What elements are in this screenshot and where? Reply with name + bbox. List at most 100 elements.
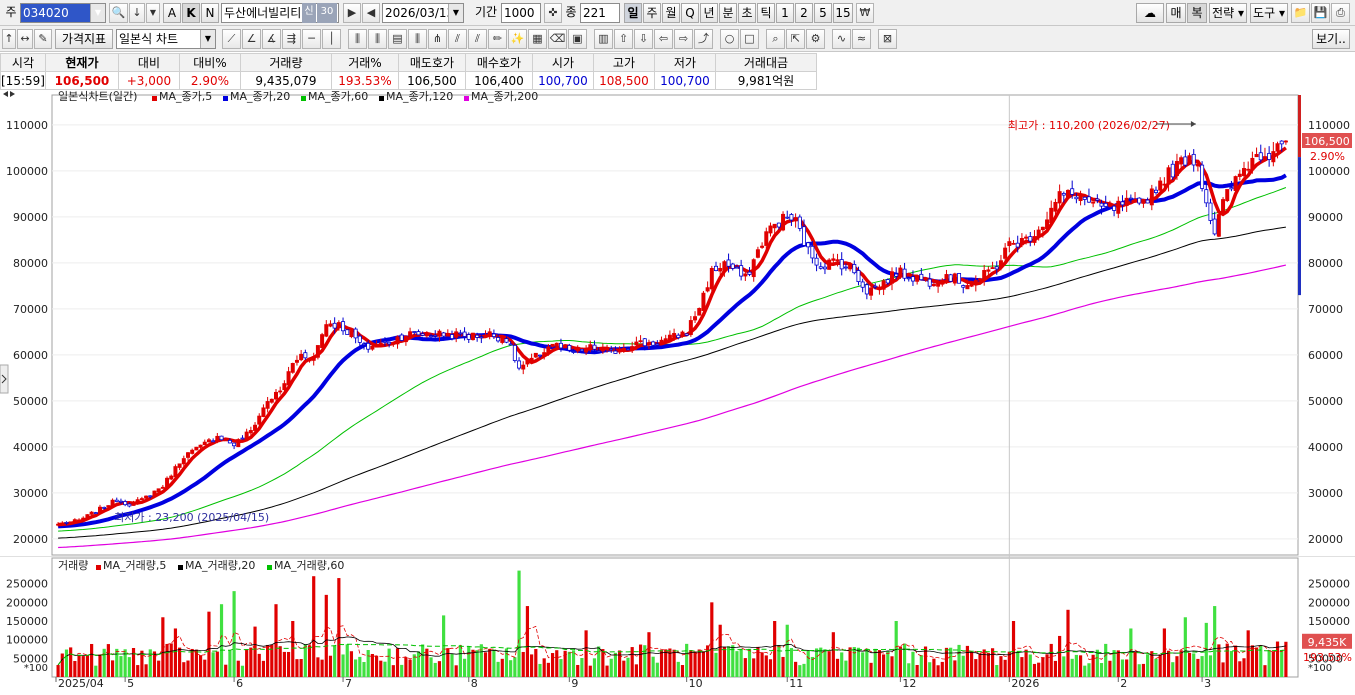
candle-body [1187,155,1192,164]
period-button-11[interactable]: 15 [833,3,853,23]
parallel-icon[interactable]: ⫽ [468,29,487,49]
volume-bar [747,648,752,677]
magic-icon[interactable]: ✨ [508,29,527,49]
expand-horizontal-icon[interactable]: ↔ [17,29,33,49]
indicator-button[interactable]: 가격지표 [55,29,113,49]
period-button-10[interactable]: 5 [814,3,832,23]
vline-icon[interactable]: │ [322,29,341,49]
volume-bar [768,659,773,677]
hline-icon[interactable]: ─ [302,29,321,49]
panel-toggle-icon[interactable] [3,91,15,97]
volume-bar [211,652,215,677]
strategy-button[interactable]: 전략 ▾ [1209,3,1247,23]
fan-icon[interactable]: ⇶ [282,29,301,49]
crosshair-icon[interactable]: ✜ [544,3,562,23]
bars-icon[interactable]: ▥ [594,29,613,49]
period-button-0[interactable]: 일 [624,3,642,23]
period-button-3[interactable]: Q [681,3,699,23]
candle-body [714,265,718,272]
period-button-6[interactable]: 초 [738,3,756,23]
search-icon[interactable]: 🔍 [109,3,128,23]
period-button-2[interactable]: 월 [662,3,680,23]
rect-icon[interactable]: □ [740,29,759,49]
erase-icon[interactable]: ⌫ [548,29,567,49]
candle-body [915,275,920,282]
candle-body [110,499,115,507]
pencil-icon[interactable]: ✏ [488,29,507,49]
grid1-icon[interactable]: ⫼ [348,29,367,49]
chevron-down-icon[interactable]: ▼ [200,30,215,48]
grid3-icon[interactable]: ⫼ [408,29,427,49]
arrow-right-tool-icon[interactable]: ⇨ [674,29,693,49]
zoom-icon[interactable]: ⌕ [766,29,785,49]
note-icon[interactable]: ▣ [568,29,587,49]
fork-icon[interactable]: ⋔ [428,29,447,49]
period-button-7[interactable]: 틱 [757,3,775,23]
period-input[interactable]: 1000 [501,3,541,23]
angle-icon[interactable]: ∠ [242,29,261,49]
mode-a-button[interactable]: A [163,3,181,23]
candle-body [609,348,614,351]
arrow-up-icon[interactable]: ↑ [2,29,16,49]
sort-icon[interactable]: ↓ [129,3,145,23]
volume-bar [1146,654,1150,677]
panel-splitter[interactable] [0,556,1355,557]
line-icon[interactable]: ⟋ [222,29,241,49]
edit-icon[interactable]: ✎ [34,29,52,49]
cross-box-icon[interactable]: ⊠ [878,29,897,49]
scale-icon[interactable]: ⇱ [786,29,805,49]
mode-n-button[interactable]: N [201,3,219,23]
period-button-8[interactable]: 1 [776,3,794,23]
period-button-9[interactable]: 2 [795,3,813,23]
arrow-up-tool-icon[interactable]: ⇧ [614,29,633,49]
date-input[interactable]: 2026/03/13 ▼ [382,3,464,23]
angle2-icon[interactable]: ∡ [262,29,281,49]
stock-code-input[interactable]: 034020 ▼ [20,3,106,23]
table-icon[interactable]: ▤ [388,29,407,49]
buy-button[interactable]: 매 [1166,3,1186,23]
period-button-4[interactable]: 년 [700,3,718,23]
price-panel[interactable] [51,94,1299,556]
pitch-icon[interactable]: ⫽ [448,29,467,49]
candle-body [521,364,526,370]
chart-icon[interactable]: ▦ [528,29,547,49]
open-folder-icon[interactable]: 📁 [1291,3,1310,23]
code-dropdown-icon[interactable]: ▼ [146,3,160,23]
wave2-icon[interactable]: ≈ [852,29,871,49]
sell-button[interactable]: 복 [1187,3,1207,23]
view-button[interactable]: 보기.. [1312,29,1350,49]
volume-bar [789,648,794,677]
chevron-down-icon[interactable]: ▼ [90,4,105,22]
calendar-dropdown-icon[interactable]: ▼ [448,4,463,22]
grid2-icon[interactable]: ⫼ [368,29,387,49]
volume-bar [882,654,886,677]
prev-date-icon[interactable]: ◀ [362,3,380,23]
candle-body [244,431,249,440]
volume-bar [1078,655,1083,677]
export-icon[interactable]: ⤴ [694,29,713,49]
volume-bar [1083,665,1087,677]
price-tick-right: 60000 [1308,349,1343,362]
candle-body [1124,197,1129,207]
circle-icon[interactable]: ○ [720,29,739,49]
period-button-1[interactable]: 주 [643,3,661,23]
stock-chart[interactable]: 20000 20000 30000 30000 40000 40000 50000 50000… [0,90,1355,695]
settings-icon[interactable]: ⚙ [806,29,825,49]
cloud-icon[interactable]: ☁ [1136,3,1164,23]
candle-body [1250,157,1255,171]
volume-bar [995,665,999,677]
side-expand-handle[interactable] [0,364,9,394]
arrow-down-tool-icon[interactable]: ⇩ [634,29,653,49]
print-icon[interactable]: ⎙ [1331,3,1350,23]
count-input[interactable]: 221 [580,3,620,23]
chart-type-select[interactable]: 일본식 차트 ▼ [116,29,216,49]
tools-button[interactable]: 도구 ▾ [1250,3,1288,23]
x-tick-label: 2026 [1011,677,1039,690]
period-button-5[interactable]: 분 [719,3,737,23]
mode-k-button[interactable]: K [182,3,200,23]
arrow-left-tool-icon[interactable]: ⇦ [654,29,673,49]
next-date-icon[interactable]: ▶ [343,3,361,23]
save-icon[interactable]: 💾 [1311,3,1330,23]
wave-icon[interactable]: ∿ [832,29,851,49]
currency-icon[interactable]: ₩ [856,3,874,23]
